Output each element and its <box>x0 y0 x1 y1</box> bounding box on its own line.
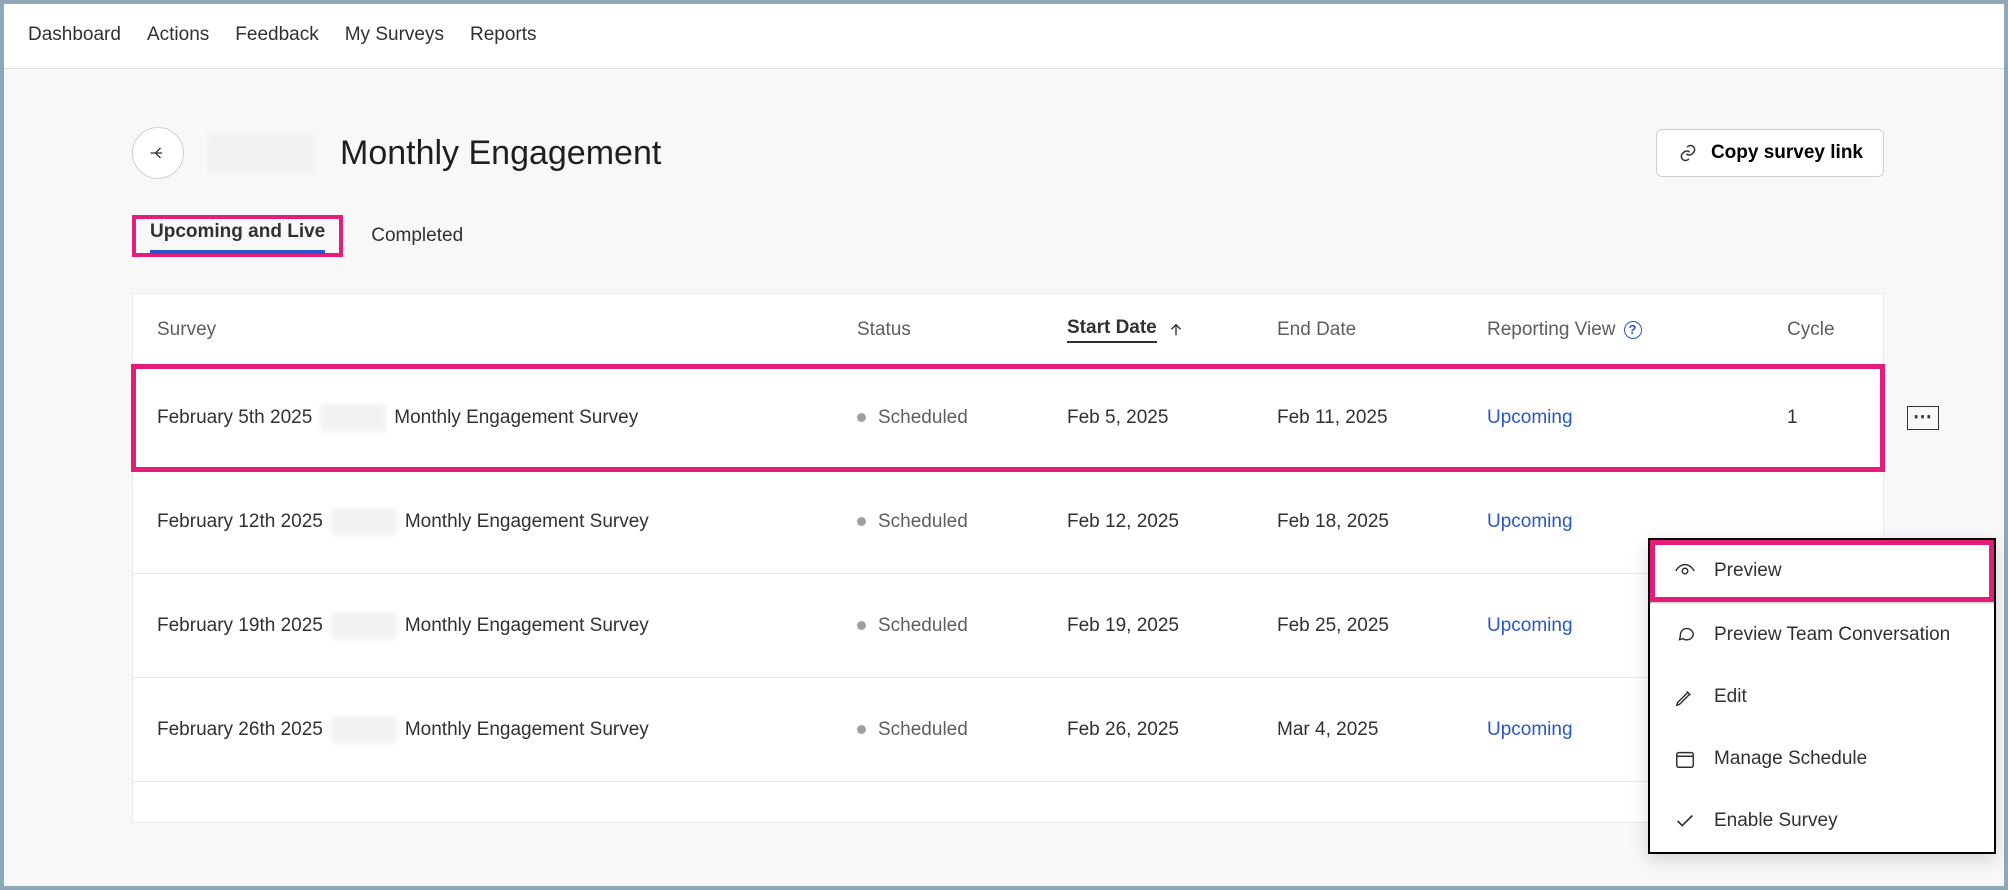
survey-name: February 19th 2025 Monthly Engagement Su… <box>157 612 857 640</box>
tabs: Upcoming and Live Completed <box>132 215 1884 257</box>
survey-name-suffix: Monthly Engagement Survey <box>405 615 649 637</box>
page-title: Monthly Engagement <box>340 134 661 173</box>
calendar-icon <box>1674 748 1696 770</box>
survey-name-prefix: February 12th 2025 <box>157 511 323 533</box>
survey-name-prefix: February 26th 2025 <box>157 719 323 741</box>
status-label: Scheduled <box>878 407 968 429</box>
status-dot-icon <box>857 725 866 734</box>
status-label: Scheduled <box>878 511 968 533</box>
status-cell: Scheduled <box>857 719 1067 741</box>
survey-name-suffix: Monthly Engagement Survey <box>405 719 649 741</box>
tab-upcoming-live[interactable]: Upcoming and Live <box>144 211 331 252</box>
copy-survey-link-button[interactable]: Copy survey link <box>1656 129 1884 177</box>
end-date: Feb 11, 2025 <box>1277 407 1487 429</box>
nav-actions[interactable]: Actions <box>147 24 209 46</box>
surveys-table: Survey Status Start Date End Date Report… <box>132 293 1884 823</box>
menu-edit-label: Edit <box>1714 686 1747 708</box>
menu-preview-team-conversation[interactable]: Preview Team Conversation <box>1650 604 1994 666</box>
sort-asc-icon <box>1165 319 1187 341</box>
tab-completed[interactable]: Completed <box>365 215 469 257</box>
redacted-text <box>331 612 397 640</box>
th-start-date-label: Start Date <box>1067 317 1157 343</box>
pencil-icon <box>1674 686 1696 708</box>
table-row[interactable]: February 26th 2025 Monthly Engagement Su… <box>133 678 1883 782</box>
redacted-org-name <box>208 132 316 174</box>
redacted-text <box>331 716 397 744</box>
status-dot-icon <box>857 621 866 630</box>
th-status[interactable]: Status <box>857 319 1067 341</box>
th-reporting-view[interactable]: Reporting View ? <box>1487 319 1787 341</box>
survey-name-prefix: February 19th 2025 <box>157 615 323 637</box>
th-end-date[interactable]: End Date <box>1277 319 1487 341</box>
start-date: Feb 5, 2025 <box>1067 407 1277 429</box>
th-start-date[interactable]: Start Date <box>1067 317 1277 343</box>
table-row-empty <box>133 782 1883 822</box>
menu-manage-schedule[interactable]: Manage Schedule <box>1650 728 1994 790</box>
menu-preview[interactable]: Preview <box>1650 540 1994 602</box>
table-header: Survey Status Start Date End Date Report… <box>133 294 1883 366</box>
survey-name-suffix: Monthly Engagement Survey <box>405 511 649 533</box>
reporting-view-link[interactable]: Upcoming <box>1487 511 1787 533</box>
nav-feedback[interactable]: Feedback <box>235 24 318 46</box>
th-cycle[interactable]: Cycle <box>1787 319 1907 341</box>
nav-my-surveys[interactable]: My Surveys <box>345 24 444 46</box>
more-actions-button[interactable]: ⋯ <box>1907 406 1939 430</box>
end-date: Feb 18, 2025 <box>1277 511 1487 533</box>
reporting-view-link[interactable]: Upcoming <box>1487 407 1787 429</box>
info-icon[interactable]: ? <box>1624 321 1642 339</box>
arrow-left-icon <box>147 142 169 164</box>
check-icon <box>1674 810 1696 832</box>
nav-dashboard[interactable]: Dashboard <box>28 24 121 46</box>
status-label: Scheduled <box>878 719 968 741</box>
row-actions-menu: Preview Preview Team Conversation Edit M… <box>1648 538 1996 854</box>
status-dot-icon <box>857 517 866 526</box>
eye-icon <box>1674 560 1696 582</box>
link-icon <box>1677 142 1699 164</box>
survey-name: February 5th 2025 Monthly Engagement Sur… <box>157 404 857 432</box>
survey-name-suffix: Monthly Engagement Survey <box>394 407 638 429</box>
survey-name: February 26th 2025 Monthly Engagement Su… <box>157 716 857 744</box>
menu-manage-schedule-label: Manage Schedule <box>1714 748 1867 770</box>
top-nav: Dashboard Actions Feedback My Surveys Re… <box>4 4 2004 69</box>
highlight-box-tab: Upcoming and Live <box>132 215 343 257</box>
end-date: Feb 25, 2025 <box>1277 615 1487 637</box>
end-date: Mar 4, 2025 <box>1277 719 1487 741</box>
start-date: Feb 12, 2025 <box>1067 511 1277 533</box>
status-cell: Scheduled <box>857 615 1067 637</box>
table-row[interactable]: February 5th 2025 Monthly Engagement Sur… <box>133 366 1883 470</box>
menu-preview-team-label: Preview Team Conversation <box>1714 624 1950 646</box>
status-cell: Scheduled <box>857 511 1067 533</box>
th-survey[interactable]: Survey <box>157 319 857 341</box>
survey-name: February 12th 2025 Monthly Engagement Su… <box>157 508 857 536</box>
status-cell: Scheduled <box>857 407 1067 429</box>
redacted-text <box>320 404 386 432</box>
redacted-text <box>331 508 397 536</box>
table-row[interactable]: February 12th 2025 Monthly Engagement Su… <box>133 470 1883 574</box>
back-button[interactable] <box>132 127 184 179</box>
chat-icon <box>1674 624 1696 646</box>
start-date: Feb 19, 2025 <box>1067 615 1277 637</box>
table-row[interactable]: February 19th 2025 Monthly Engagement Su… <box>133 574 1883 678</box>
cycle-value: 1 <box>1787 407 1907 429</box>
th-reporting-view-label: Reporting View <box>1487 319 1616 341</box>
status-label: Scheduled <box>878 615 968 637</box>
nav-reports[interactable]: Reports <box>470 24 537 46</box>
survey-name-prefix: February 5th 2025 <box>157 407 312 429</box>
menu-edit[interactable]: Edit <box>1650 666 1994 728</box>
copy-survey-link-label: Copy survey link <box>1711 142 1863 164</box>
menu-enable-survey-label: Enable Survey <box>1714 810 1838 832</box>
menu-enable-survey[interactable]: Enable Survey <box>1650 790 1994 852</box>
start-date: Feb 26, 2025 <box>1067 719 1277 741</box>
menu-preview-label: Preview <box>1714 560 1782 582</box>
page-header: Monthly Engagement Copy survey link <box>132 127 1884 179</box>
status-dot-icon <box>857 413 866 422</box>
